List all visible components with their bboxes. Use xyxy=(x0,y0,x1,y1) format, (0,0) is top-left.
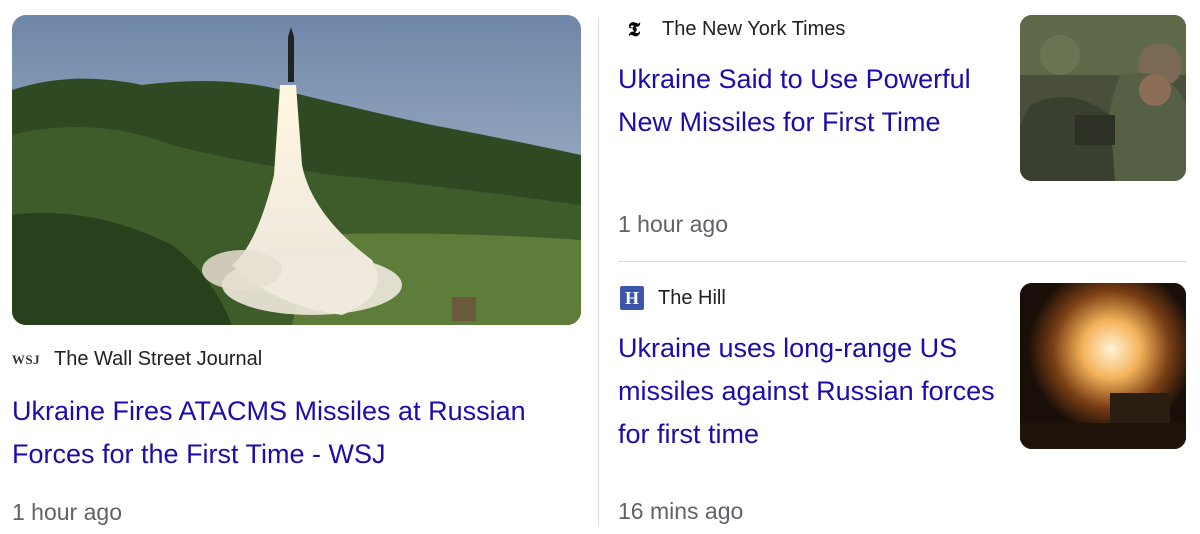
main-story-image[interactable] xyxy=(12,15,581,325)
hill-source-name: The Hill xyxy=(658,286,726,309)
hill-time: 16 mins ago xyxy=(618,498,744,524)
hill-logo-icon: H xyxy=(620,286,644,310)
nyt-time: 1 hour ago xyxy=(618,211,728,237)
row-divider xyxy=(618,261,1186,262)
night-launch-photo xyxy=(1020,283,1186,449)
main-story-headline[interactable]: Ukraine Fires ATACMS Missiles at Russian… xyxy=(12,390,581,476)
nyt-thumbnail[interactable] xyxy=(1020,15,1186,181)
soldiers-photo xyxy=(1020,15,1186,181)
nyt-logo-icon: 𝕿 xyxy=(627,17,641,41)
nyt-source: 𝕿 The New York Times xyxy=(620,17,846,41)
hill-source: H The Hill xyxy=(620,286,726,310)
column-divider xyxy=(598,18,599,526)
nyt-source-name: The New York Times xyxy=(662,17,846,40)
hill-headline[interactable]: Ukraine uses long-range US missiles agai… xyxy=(618,327,998,456)
main-story-source: WSJ The Wall Street Journal xyxy=(12,348,262,371)
missile-launch-photo xyxy=(12,15,581,325)
nyt-headline[interactable]: Ukraine Said to Use Powerful New Missile… xyxy=(618,58,988,144)
main-story-time: 1 hour ago xyxy=(12,499,122,525)
wsj-logo-icon: WSJ xyxy=(11,351,41,367)
hill-thumbnail[interactable] xyxy=(1020,283,1186,449)
main-story-source-name: The Wall Street Journal xyxy=(54,348,263,370)
